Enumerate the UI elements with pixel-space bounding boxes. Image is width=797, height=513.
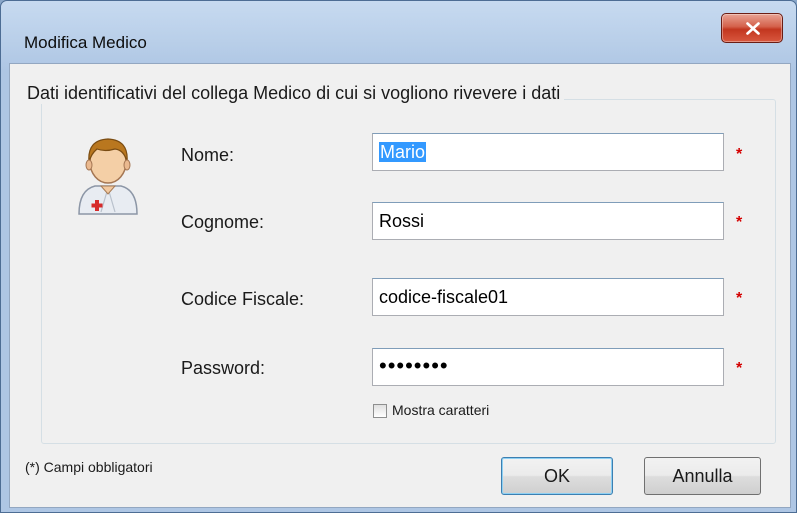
- cognome-required-mark: *: [736, 214, 743, 231]
- password-label: Password:: [181, 358, 266, 378]
- doctor-avatar-icon: [78, 138, 138, 215]
- codice-fiscale-field[interactable]: codice-fiscale01: [372, 278, 724, 316]
- codice-fiscale-label: Codice Fiscale:: [181, 289, 305, 309]
- title-bar[interactable]: Modifica Medico: [1, 1, 796, 63]
- required-fields-note: (*) Campi obbligatori: [25, 459, 153, 475]
- nome-required-mark: *: [736, 146, 743, 163]
- password-field[interactable]: ••••••••: [372, 348, 724, 386]
- mostra-caratteri-label[interactable]: Mostra caratteri: [392, 402, 489, 418]
- mostra-caratteri-checkbox[interactable]: [373, 404, 387, 418]
- close-button[interactable]: [721, 13, 783, 43]
- codice-fiscale-required-mark: *: [736, 290, 743, 307]
- annulla-button[interactable]: Annulla: [644, 457, 761, 495]
- cognome-field[interactable]: Rossi: [372, 202, 724, 240]
- codice-fiscale-value: codice-fiscale01: [379, 287, 509, 307]
- window-title: Modifica Medico: [24, 33, 147, 52]
- ok-button[interactable]: OK: [501, 457, 613, 495]
- cognome-label: Cognome:: [181, 212, 265, 232]
- cognome-value: Rossi: [379, 211, 425, 231]
- modifica-medico-dialog: Modifica Medico Dati identificativi del …: [0, 0, 797, 513]
- nome-field[interactable]: Mario: [372, 133, 724, 171]
- nome-label: Nome:: [181, 145, 235, 165]
- close-icon: [746, 22, 760, 35]
- dialog-body: Dati identificativi del collega Medico d…: [9, 63, 791, 508]
- group-title: Dati identificativi del collega Medico d…: [23, 83, 565, 104]
- nome-value: Mario: [379, 142, 427, 162]
- password-value: ••••••••: [379, 353, 449, 378]
- password-required-mark: *: [736, 360, 743, 377]
